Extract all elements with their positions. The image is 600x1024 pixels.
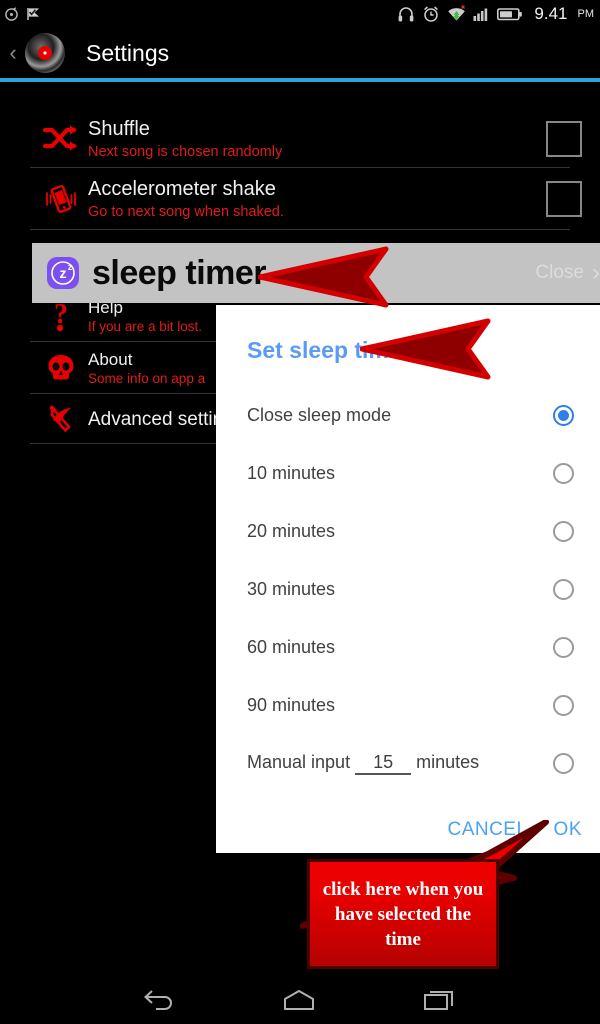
status-bar-left-icons [4, 6, 41, 22]
radio-60-minutes[interactable] [553, 636, 574, 658]
settings-row-title: Shuffle [88, 117, 150, 140]
home-nav-icon[interactable] [281, 988, 317, 1012]
settings-row-subtitle: Go to next song when shaked. [88, 203, 284, 220]
sync-notification-icon [4, 6, 20, 22]
option-60-minutes[interactable]: 60 minutes [234, 618, 582, 676]
row-divider [30, 229, 570, 230]
annotation-arrow-to-sleep-timer [257, 246, 390, 313]
sleep-timer-close-button[interactable]: Close › [535, 259, 600, 287]
shuffle-icon [34, 124, 88, 154]
hammer-and-sickle-icon [34, 403, 88, 435]
option-10-minutes[interactable]: 10 minutes [234, 444, 582, 502]
settings-row-text: Shuffle Next song is chosen randomly [88, 117, 546, 162]
radio-20-minutes[interactable] [553, 520, 574, 542]
android-navigation-bar [0, 975, 600, 1024]
shuffle-checkbox[interactable] [546, 121, 582, 157]
settings-row-text: Accelerometer shake Go to next song when… [88, 177, 546, 222]
svg-text:z: z [68, 262, 73, 272]
option-manual-input[interactable]: Manual input 15 minutes [234, 734, 582, 792]
manual-input-suffix-label: minutes [416, 751, 480, 772]
radio-10-minutes[interactable] [553, 462, 574, 484]
status-bar-clock: 9.41 [534, 4, 568, 23]
phone-shake-icon [34, 183, 88, 215]
back-nav-icon[interactable] [143, 988, 175, 1012]
checkmark-flag-notification-icon [26, 6, 41, 22]
settings-row-accelerometer-shake[interactable]: Accelerometer shake Go to next song when… [0, 168, 600, 230]
radio-90-minutes[interactable] [553, 694, 574, 716]
wifi-icon [447, 5, 466, 23]
radio-manual-input[interactable] [553, 752, 574, 774]
radio-30-minutes[interactable] [553, 578, 574, 600]
option-label: 90 minutes [247, 694, 336, 715]
manual-input-row: Manual input 15 minutes [247, 752, 553, 775]
page-title: Settings [86, 39, 170, 66]
set-sleep-time-dialog: Set sleep time Close sleep mode 10 minut… [216, 305, 600, 853]
accelerometer-shake-checkbox[interactable] [546, 181, 582, 217]
battery-icon [497, 6, 523, 22]
svg-text:z: z [60, 265, 67, 281]
recents-nav-icon[interactable] [423, 988, 457, 1012]
option-label: 20 minutes [247, 520, 336, 541]
status-bar-right-icons: 9.41 PM [397, 4, 594, 24]
option-label: 10 minutes [247, 462, 336, 483]
headphones-icon [397, 5, 415, 23]
question-mark-icon: ? [34, 299, 88, 333]
settings-row-title: Accelerometer shake [88, 177, 276, 200]
chevron-right-icon: › [592, 259, 600, 286]
option-label: 60 minutes [247, 636, 336, 657]
manual-input-prefix-label: Manual input [247, 751, 351, 772]
option-close-sleep-mode[interactable]: Close sleep mode [234, 386, 582, 444]
annotation-arrow-to-dialog-title [359, 318, 492, 385]
sleep-time-option-list: Close sleep mode 10 minutes 20 minutes 3… [234, 386, 582, 792]
option-label: Close sleep mode [247, 404, 392, 425]
option-20-minutes[interactable]: 20 minutes [234, 502, 582, 560]
cell-signal-icon [473, 6, 490, 23]
back-button[interactable]: ‹ [2, 42, 24, 64]
status-bar-meridiem: PM [577, 8, 595, 20]
settings-row-shuffle[interactable]: Shuffle Next song is chosen randomly [0, 110, 600, 168]
sleep-timer-label: sleep timer [92, 253, 267, 292]
settings-row-subtitle: Next song is chosen randomly [88, 143, 283, 160]
sleep-timer-close-label: Close [535, 262, 584, 283]
radio-close-sleep-mode[interactable] [553, 404, 574, 426]
alarm-clock-icon [422, 5, 440, 23]
option-90-minutes[interactable]: 90 minutes [234, 676, 582, 734]
status-bar: 9.41 PM [0, 0, 600, 28]
option-label: 30 minutes [247, 578, 336, 599]
manual-minutes-input[interactable]: 15 [355, 752, 412, 775]
skull-icon [34, 353, 88, 383]
action-bar: ‹ Settings [0, 28, 600, 78]
option-30-minutes[interactable]: 30 minutes [234, 560, 582, 618]
sleep-timer-zz-icon: z z [46, 256, 80, 290]
annotation-callout-box: click here when you have selected the ti… [307, 859, 499, 969]
vinyl-record-icon [22, 30, 68, 76]
